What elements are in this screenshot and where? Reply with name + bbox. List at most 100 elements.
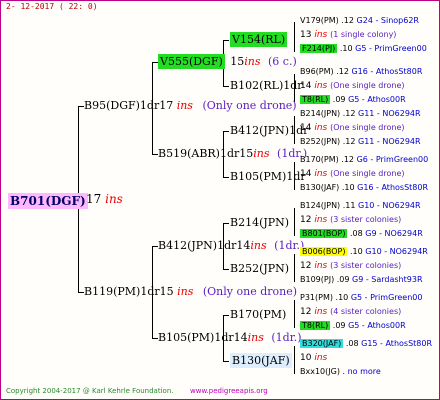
g4-sire-year: .: [342, 367, 346, 376]
g4-mating-year: 14: [300, 123, 312, 133]
g4-dam-line[interactable]: B214(JPN) .12 G11 - NO6294R: [300, 110, 421, 118]
connector-line: [223, 40, 229, 41]
g4-dam-line[interactable]: B170(PM) .12 G6 - PrimGreen00: [300, 156, 428, 164]
g4-mating-ins: ins: [314, 307, 328, 317]
g3-d2-node[interactable]: B130(JAF): [230, 353, 292, 368]
g4-dam-name: B006(BOP): [300, 247, 348, 256]
g4-mating-line: 12 ins (4 sister colonies): [300, 308, 401, 317]
site-link[interactable]: www.pedigreeapis.org: [190, 388, 268, 395]
g4-mating-line: 13 ins (1 single colony): [300, 31, 396, 40]
g4-sire-line[interactable]: B801(BOP) .08 G9 - NO6294R: [300, 229, 423, 238]
g2-a-node[interactable]: V555(DGF) 15ins (6 c.): [158, 54, 297, 69]
connector-line: [223, 315, 229, 316]
g4-dam-line-label: G6 - PrimGreen00: [356, 155, 429, 164]
g4-dam-line[interactable]: P31(PM) .10 G5 - PrimGreen00: [300, 294, 422, 302]
g4-dam-name: B96(PM): [300, 67, 334, 76]
g4-sire-line[interactable]: B109(PJ) .09 G9 - Sardasht93R: [300, 276, 423, 284]
g4-mating-note: (One single drone): [330, 81, 405, 90]
g3-c1-node[interactable]: B214(JPN): [230, 217, 289, 228]
g4-dam-name: B214(JPN): [300, 109, 341, 118]
g4-dam-line-label: G24 - Sinop62R: [356, 16, 419, 25]
g4-mating-year: 12: [300, 215, 312, 225]
g4-dam-line[interactable]: B006(BOP) .10 G10 - NO6294R: [300, 247, 428, 256]
g4-dam-line-label: G5 - PrimGreen00: [350, 293, 423, 302]
g4-dam-year: .11: [342, 201, 356, 210]
g3-d1-node[interactable]: B170(PM): [230, 309, 286, 320]
g4-mating-year: 13: [300, 30, 312, 40]
g4-sire-year: .10: [339, 44, 353, 53]
g4-sire-year: .09: [332, 321, 346, 330]
g3-c2-node[interactable]: B252(JPN): [230, 263, 289, 274]
connector-line: [294, 22, 295, 52]
g4-sire-name: F214(PJ): [300, 44, 338, 53]
g4-dam-line[interactable]: B124(JPN) .11 G10 - NO6294R: [300, 202, 421, 210]
connector-line: [223, 361, 229, 362]
g4-sire-line[interactable]: T8(RL) .09 G5 - Athos00R: [300, 95, 406, 104]
g4-mating-line: 14 ins (One single drone): [300, 170, 405, 179]
g4-dam-year: .12: [342, 109, 356, 118]
root-node[interactable]: B701(DGF): [8, 193, 88, 209]
g4-dam-year: .10: [335, 293, 349, 302]
g4-sire-name: Bxx10(JG): [300, 367, 340, 376]
connector-line: [294, 346, 295, 374]
g4-mating-note: (One single drone): [330, 169, 405, 178]
copyright-text: Copyright 2004-2017 @ Karl Kehrle Founda…: [6, 387, 174, 395]
g4-mating-note: (4 sister colonies): [330, 307, 402, 316]
g4-sire-name: T8(RL): [300, 95, 331, 104]
g4-mating-line: 10 ins: [300, 354, 327, 363]
connector-line: [223, 269, 229, 270]
g4-sire-name: T8(RL): [300, 321, 331, 330]
g4-sire-line-label: G5 - PrimGreen00: [355, 44, 427, 53]
g4-dam-line-label: G15 - AthosSt80R: [361, 339, 433, 348]
g4-sire-name: B801(BOP): [300, 229, 348, 238]
g2-d-node[interactable]: B105(PM)1dr14ins (1dr.): [158, 332, 302, 343]
g4-mating-year: 12: [300, 307, 312, 317]
g2-b-node[interactable]: B519(ABR)1dr15ins (1dr.): [158, 148, 307, 159]
g4-sire-line[interactable]: Bxx10(JG) . no more: [300, 368, 381, 376]
g4-sire-line[interactable]: B252(JPN) .12 G11 - NO6294R: [300, 138, 421, 146]
g4-dam-year: .12: [341, 16, 354, 25]
connector-line: [294, 208, 295, 236]
g4-dam-name: P31(PM): [300, 293, 333, 302]
g4-mating-ins: ins: [314, 123, 328, 133]
g4-sire-name: B109(PJ): [300, 275, 335, 284]
g4-mating-note: (One single drone): [330, 123, 405, 132]
connector-line: [294, 254, 295, 282]
g4-mating-year: 14: [300, 169, 312, 179]
g3-a1-node[interactable]: V154(RL): [230, 32, 288, 47]
g4-mating-ins: ins: [314, 30, 328, 40]
g2-c-node[interactable]: B412(JPN)1dr14ins (1dr.): [158, 240, 304, 251]
g4-dam-line[interactable]: B320(JAF) .08 G15 - AthosSt80R: [300, 339, 433, 348]
connector-line: [294, 300, 295, 328]
g4-mating-ins: ins: [314, 353, 328, 363]
g4-mating-year: 12: [300, 261, 312, 271]
g3-b1-node[interactable]: B412(JPN)1dr: [230, 125, 308, 136]
g1-bottom-node[interactable]: B119(PM)1dr15 ins (Only one drone): [84, 286, 297, 297]
g4-sire-line-label: G9 - NO6294R: [365, 229, 423, 238]
g4-sire-name: B252(JPN): [300, 137, 341, 146]
g1-top-node[interactable]: B95(DGF)1dr17 ins (Only one drone): [84, 100, 297, 111]
g4-dam-line-label: G10 - NO6294R: [365, 247, 428, 256]
g4-dam-year: .12: [341, 155, 355, 164]
g4-mating-ins: ins: [314, 215, 328, 225]
g4-mating-line: 12 ins (3 sister colonies): [300, 216, 401, 225]
g4-sire-line-label: G5 - Athos00R: [348, 321, 406, 330]
g4-dam-line[interactable]: V179(PM) .12 G24 - Sinop62R: [300, 17, 419, 25]
g4-sire-year: .09: [336, 275, 350, 284]
g4-sire-year: .10: [341, 183, 355, 192]
connector-line: [223, 131, 229, 132]
connector-line: [223, 177, 229, 178]
g4-sire-line[interactable]: B130(JAF) .10 G16 - AthosSt80R: [300, 184, 428, 192]
root-year: 17 ins: [86, 192, 123, 206]
g4-sire-line[interactable]: T8(RL) .09 G5 - Athos00R: [300, 321, 406, 330]
g4-sire-year: .09: [332, 95, 346, 104]
g4-dam-line[interactable]: B96(PM) .12 G16 - AthosSt80R: [300, 68, 422, 76]
g4-mating-line: 14 ins (One single drone): [300, 82, 405, 91]
g3-a2-node[interactable]: B102(RL)1dr: [230, 80, 303, 91]
g4-sire-line[interactable]: F214(PJ) .10 G5 - PrimGreen00: [300, 44, 427, 53]
g3-b2-node[interactable]: B105(PM)1dr: [230, 171, 306, 182]
g4-sire-line-label: no more: [347, 367, 381, 376]
g4-mating-ins: ins: [314, 261, 328, 271]
date-stamp: 2- 12-2017 ( 22: 0): [6, 2, 98, 11]
g4-mating-ins: ins: [314, 169, 328, 179]
